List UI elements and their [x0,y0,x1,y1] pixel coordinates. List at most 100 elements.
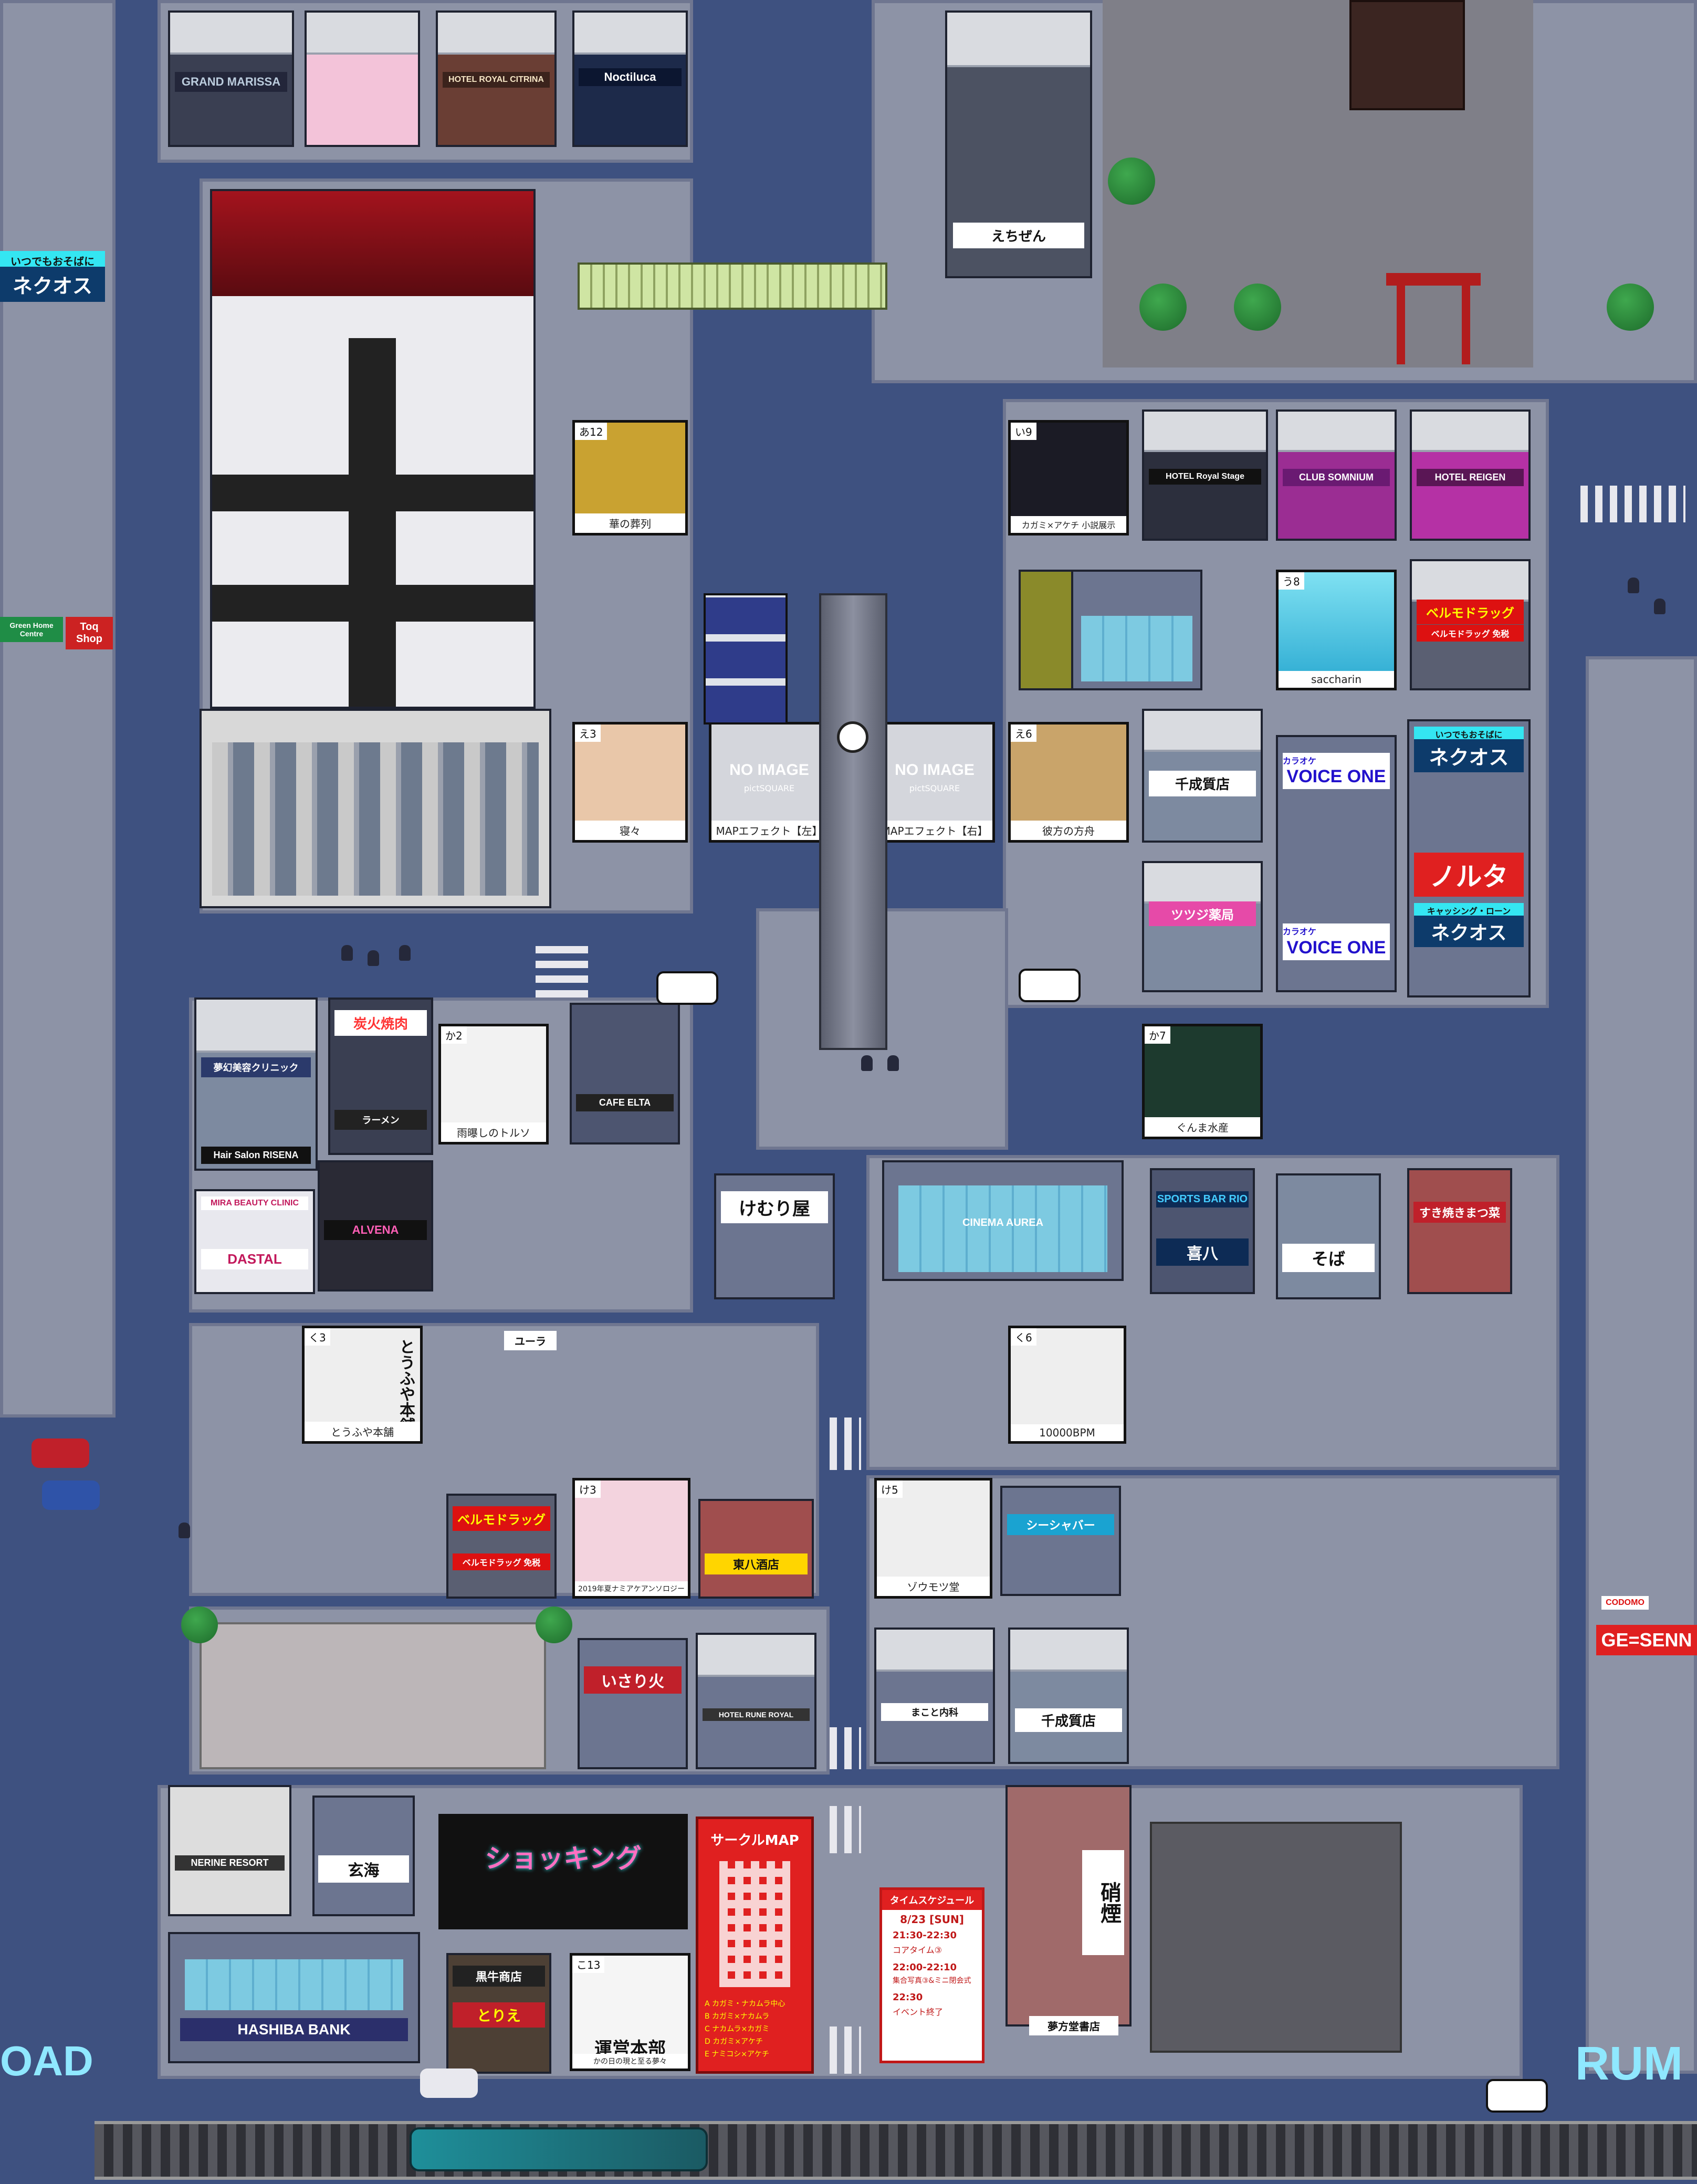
sign-shiyabaa: シーシャバー [1007,1514,1115,1535]
sign-yumemaboroshi: 夢幻美容クリニック [201,1057,311,1077]
sign-senari: 千成質店 [1148,770,1256,796]
circle-map-grid [719,1861,790,1987]
poster-a12[interactable]: あ12 華の葬列 [572,420,688,536]
sign-codomo: CODOMO [1601,1596,1649,1610]
roof [196,1000,316,1053]
time-schedule-board[interactable]: タイムスケジュール 8/23 [SUN] 21:30-22:30 コアタイム③ … [879,1887,984,2063]
sign-royal-stage: HOTEL Royal Stage [1149,468,1261,485]
building-genkai: 玄海 [312,1796,415,1916]
train[interactable] [410,2127,708,2171]
circle-map-board[interactable]: サークルMAP A カガミ・ナカムラ中心 B カガミ×ナカムラ C ナカムラ×カ… [696,1816,814,2074]
circle-entry-a: A カガミ・ナカムラ中心 [705,2000,785,2008]
sign-yura: ユーラ [504,1331,557,1350]
pedestrian[interactable] [399,945,411,961]
building-sukiyaki: すき焼きまつ菜 [1407,1168,1512,1294]
no-image-board-left[interactable]: NO IMAGE pictSQUARE MAPエフェクト【左】 [709,722,830,843]
building-city-hall-roof [210,189,536,709]
poster-tag: く6 [1011,1328,1036,1346]
block-east [1586,656,1697,2074]
poster-ke3[interactable]: け3 2019年夏ナミアケアンソロジー [572,1478,690,1599]
building-nerine: NERINE RESORT [168,1785,291,1916]
building-shiyabaa: シーシャバー [1000,1486,1121,1596]
roof [698,1635,814,1677]
poster-u8[interactable]: う8 saccharin [1276,570,1397,690]
pedestrian[interactable] [179,1522,190,1538]
poster-caption: 10000BPM [1011,1424,1124,1441]
pedestrian[interactable] [887,1055,899,1071]
car-blue[interactable] [42,1480,100,1510]
pedestrian[interactable] [861,1055,873,1071]
poster-ke5[interactable]: け5 ゾウモツ堂 [874,1478,992,1599]
poster-e3[interactable]: え3 寝々 [572,722,688,843]
game-map: GRAND MARISSA HOTEL ROYAL CITRINA Noctil… [0,0,1697,2184]
schedule-3-time: 22:30 [893,1992,923,2003]
poster-tag: う8 [1279,572,1304,590]
building-mira: MIRA BEAUTY CLINIC DASTAL [194,1189,315,1294]
crosswalk [830,1418,861,1470]
building-cafe-elta: CAFE ELTA [570,1003,680,1144]
glass-facade [1081,616,1193,681]
police-bus[interactable] [704,593,788,724]
building-alvena: ALVENA [318,1160,433,1292]
poster-tag: け5 [877,1480,903,1498]
billboard-shopping[interactable]: ショッキング [438,1814,688,1929]
building-izakaya: いさり火 [578,1638,688,1769]
clock-tower [819,593,887,1050]
poster-ku3[interactable]: く3 とうふや本舗 とうふや本舗 [302,1326,423,1444]
poster-ku6[interactable]: く6 10000BPM [1008,1326,1126,1444]
sign-toq-shop: Toq Shop [66,617,113,649]
hall-corridor-h2 [212,585,533,622]
block-west [0,0,116,1418]
car-white[interactable] [420,2068,478,2098]
building-cinema-aurea: CINEMA AUREA [882,1160,1124,1281]
pedestrian[interactable] [1654,598,1665,614]
poster-ka7[interactable]: か7 ぐんま水産 [1142,1024,1263,1139]
glass-facade [185,1959,403,2011]
poster-caption: saccharin [1279,671,1394,688]
sign-risena: Hair Salon RISENA [201,1147,311,1164]
police-car[interactable] [1019,969,1081,1002]
sign-ge-senn: GE=SENN [1596,1625,1697,1655]
poster-ko13[interactable]: こ13 運営本部 かの日の現と至る夢々 [570,1953,690,2071]
building-royal-stage: HOTEL Royal Stage [1142,410,1268,541]
poster-i9[interactable]: い9 カガミ×アケチ 小説展示 [1008,420,1129,536]
no-image-board-right[interactable]: NO IMAGE pictSQUARE MAPエフェクト【右】 [874,722,995,843]
poster-ka2[interactable]: か2 雨曝しのトルソ [438,1024,549,1144]
pedestrian[interactable] [341,945,353,961]
sign-soba: そば [1282,1244,1375,1272]
sign-senari-2: 千成質店 [1014,1708,1123,1732]
hall-red-stage [212,191,533,296]
poster-e6[interactable]: え6 彼方の方舟 [1008,722,1129,843]
sign-berumo-1: ベルモドラッグ [1416,599,1524,624]
pedestrian[interactable] [368,950,379,966]
police-car[interactable] [1486,2079,1548,2113]
pictsquare-text: pictSQUARE [909,783,960,793]
sign-hakuen: 硝煙 [1082,1850,1124,1955]
sign-hashiba-bank: HASHIBA BANK [180,2018,408,2041]
circle-entry-e: E ナミコシ×アケチ [705,2050,770,2059]
building-kuroushi: 黒牛商店 とりえ [446,1953,551,2074]
hall-columns [212,742,539,896]
police-car[interactable] [656,971,718,1005]
car-red[interactable] [32,1438,89,1468]
sign-nekuosu-left: ネクオス [0,267,105,302]
tree [181,1606,218,1643]
building-tsutsuji: ツツジ薬局 [1142,861,1263,992]
park [200,1622,546,1769]
sign-yumekata: 夢方堂書店 [1029,2016,1118,2035]
map-effect-left: MAPエフェクト【左】 [711,821,827,840]
sign-genkai: 玄海 [318,1855,409,1883]
building-city-hall-facade [200,709,551,908]
sign-voice-one-2: VOICE ONE [1282,936,1390,960]
tree [1607,284,1654,331]
crosswalk [830,2026,861,2074]
circle-map-title: サークルMAP [710,1833,799,1849]
roof [1010,1630,1127,1672]
hall-corridor-h1 [212,475,533,511]
building-grand-marissa: GRAND MARISSA [168,10,294,147]
building-hakuen: 硝煙 [1005,1785,1132,2026]
poster-caption: 彼方の方舟 [1011,821,1126,840]
pedestrian[interactable] [1628,578,1639,593]
tree [1139,284,1187,331]
poster-caption: ぐんま水産 [1145,1117,1260,1137]
